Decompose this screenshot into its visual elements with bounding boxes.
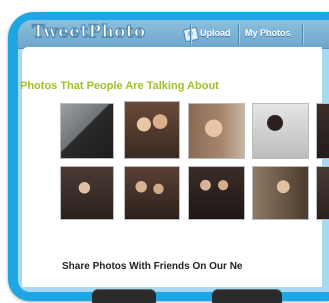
photo-thumbnail[interactable] <box>188 103 245 159</box>
nav-my-photos-link[interactable]: My Photos <box>245 28 291 38</box>
photo-thumbnail[interactable] <box>252 103 309 159</box>
nav-divider <box>238 24 239 44</box>
photo-thumbnail[interactable] <box>124 166 180 220</box>
photo-thumbnail[interactable] <box>60 103 114 159</box>
talking-about-heading: Photos That People Are Talking About <box>20 80 219 92</box>
photo-thumbnail[interactable] <box>316 103 329 159</box>
phone-image <box>92 289 156 303</box>
photo-thumbnail[interactable] <box>316 166 329 220</box>
site-logo[interactable]: TweetPhoto <box>31 21 145 42</box>
photo-thumbnail[interactable] <box>124 101 180 159</box>
top-nav-bar: TweetPhoto Upload My Photos <box>18 20 329 49</box>
photo-thumbnail[interactable] <box>188 166 245 220</box>
photo-thumbnail[interactable] <box>60 166 114 220</box>
device-frame: TweetPhoto Upload My Photos Photos That … <box>0 0 329 303</box>
photo-thumbnail[interactable] <box>252 166 309 220</box>
phone-image <box>212 289 282 303</box>
nav-divider <box>190 24 191 44</box>
nav-upload-link[interactable]: Upload <box>200 28 231 38</box>
share-photos-heading: Share Photos With Friends On Our Ne <box>62 261 243 272</box>
nav-divider <box>302 24 303 44</box>
photo-logo-icon <box>182 26 200 43</box>
